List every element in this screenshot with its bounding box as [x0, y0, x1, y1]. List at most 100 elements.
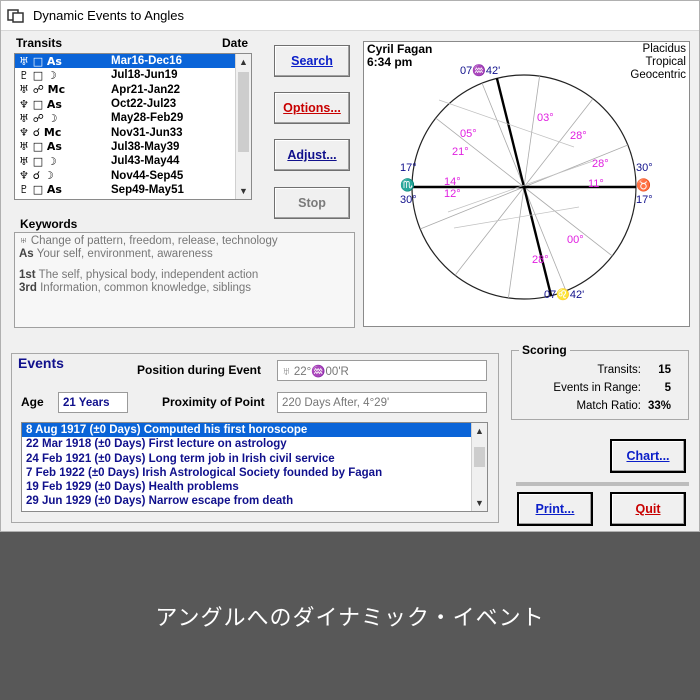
cusp-label-top: 07♒42' — [460, 65, 501, 77]
transit-row[interactable]: ♅ □ As Mar16-Dec16 — [15, 54, 251, 69]
cusp-sign-left: ♏ — [400, 178, 415, 192]
transit-row[interactable]: ♆ ☌ ☽ Nov44-Sep45 — [15, 168, 251, 182]
age-field: 21 Years — [58, 392, 128, 413]
transit-row[interactable]: ♆ ☌ Mc Nov31-Jun33 — [15, 125, 251, 139]
transit-dates: Sep49-May51 — [111, 183, 184, 196]
event-row[interactable]: 29 Jun 1929 (±0 Days) Narrow escape from… — [22, 494, 487, 508]
transit-rows: ♅ □ As Mar16-Dec16 ♇ □ ☽ Jul18-Jun19 ♅ ☍ Mc A… — [15, 54, 251, 197]
keywords-box: ♅ Change of pattern, freedom, release, t… — [14, 232, 355, 328]
keywords-label: Keywords — [20, 217, 78, 231]
stop-button[interactable]: Stop — [274, 187, 350, 219]
transit-row[interactable]: ♅ ☍ Mc Apr21-Jan22 — [15, 83, 251, 97]
transit-glyphs: ♅ □ ☽ — [19, 154, 57, 168]
search-button[interactable]: Search — [274, 45, 350, 77]
chart-label: 03° — [537, 112, 554, 124]
events-scrollbar[interactable]: ▲ ▼ — [471, 423, 487, 511]
transit-dates: Jul38-May39 — [111, 140, 180, 153]
window-title: Dynamic Events to Angles — [33, 8, 185, 23]
cusp-sign-right: ♉ — [636, 178, 651, 192]
scoring-label: Scoring — [519, 343, 570, 357]
events-list[interactable]: 8 Aug 1917 (±0 Days) Computed his first … — [21, 422, 488, 512]
adjust-button[interactable]: Adjust... — [274, 139, 350, 171]
caption-text: アングルへのダイナミック・イベント — [155, 606, 545, 631]
event-rows: 8 Aug 1917 (±0 Days) Computed his first … — [22, 423, 487, 509]
house-line — [420, 186, 525, 230]
cusp-label-left-top: 17° — [400, 162, 417, 174]
transit-glyphs: ♅ ☍ Mc — [19, 83, 66, 97]
events-label: Events — [15, 355, 67, 371]
event-row[interactable]: 8 Aug 1917 (±0 Days) Computed his first … — [22, 423, 487, 438]
position-field: ♅ 22°♒00'R — [277, 360, 487, 381]
proximity-label: Proximity of Point — [162, 395, 265, 409]
caption-band: アングルへのダイナミック・イベント — [0, 532, 700, 700]
keyword-line: 3rd Information, common knowledge, sibli… — [19, 282, 252, 294]
transit-glyphs: ♆ ☌ Mc — [19, 126, 62, 140]
scroll-thumb[interactable] — [474, 447, 485, 467]
keyword-line: As Your self, environment, awareness — [19, 248, 213, 260]
app-window: Dynamic Events to Angles Transits Date ♅… — [0, 0, 700, 532]
scroll-up-icon[interactable]: ▲ — [472, 423, 487, 439]
cusp-label-bottom: 07♌42' — [544, 289, 585, 301]
transit-row[interactable]: ♆ □ As Oct22-Jul23 — [15, 97, 251, 111]
transit-dates: Nov31-Jun33 — [111, 126, 183, 139]
transit-glyphs: ♇ □ ☽ — [19, 68, 57, 82]
transits-list[interactable]: ♅ □ As Mar16-Dec16 ♇ □ ☽ Jul18-Jun19 ♅ ☍ Mc A… — [14, 53, 252, 200]
chart-label: 21° — [452, 146, 469, 158]
keyword-line: 1st The self, physical body, independent… — [19, 269, 259, 281]
proximity-field: 220 Days After, 4°29' — [277, 392, 487, 413]
transit-dates: Mar16-Dec16 — [111, 55, 182, 68]
position-label: Position during Event — [137, 363, 262, 377]
event-row[interactable]: 19 Feb 1929 (±0 Days) Health problems — [22, 480, 487, 494]
title-bar: Dynamic Events to Angles — [1, 1, 699, 31]
transit-row[interactable]: ♅ □ As Jul38-May39 — [15, 140, 251, 154]
score-transits: Transits: 15 — [597, 364, 671, 376]
divider — [516, 482, 689, 486]
transit-dates: Apr21-Jan22 — [111, 83, 181, 96]
transit-dates: Oct22-Jul23 — [111, 98, 177, 111]
app-icon — [7, 8, 24, 23]
scroll-up-icon[interactable]: ▲ — [236, 54, 251, 70]
quit-button[interactable]: Quit — [610, 492, 686, 526]
scroll-down-icon[interactable]: ▼ — [236, 183, 251, 199]
cusp-label-left-bottom: 30° — [400, 194, 417, 206]
chart-label: 28° — [570, 130, 587, 142]
transit-glyphs: ♆ □ As — [19, 97, 62, 111]
cusp-label-right-top: 30° — [636, 162, 653, 174]
print-button[interactable]: Print... — [517, 492, 593, 526]
chart-label: 14° — [444, 176, 461, 188]
chart-label: 00° — [567, 234, 584, 246]
scroll-thumb[interactable] — [238, 72, 249, 152]
transits-scrollbar[interactable]: ▲ ▼ — [235, 54, 251, 199]
scroll-down-icon[interactable]: ▼ — [472, 495, 487, 511]
options-button[interactable]: Options... — [274, 92, 350, 124]
transit-glyphs: ♅ ☍ ☽ — [19, 111, 58, 125]
transit-dates: May28-Feb29 — [111, 112, 184, 125]
transits-header: Transits — [16, 36, 63, 50]
transit-glyphs: ♇ □ As — [19, 183, 62, 197]
chart-label: 12° — [444, 188, 461, 200]
event-row[interactable]: 24 Feb 1921 (±0 Days) Long term job in I… — [22, 452, 487, 466]
chart-label: 05° — [460, 128, 477, 140]
house-line — [523, 144, 628, 188]
transit-glyphs: ♆ ☌ ☽ — [19, 169, 54, 183]
transit-dates: Nov44-Sep45 — [111, 169, 184, 182]
cusp-label-right-bottom: 17° — [636, 194, 653, 206]
transit-glyphs: ♅ □ As — [19, 140, 62, 154]
chart-label: 11° — [588, 178, 604, 190]
event-row[interactable]: 7 Feb 1922 (±0 Days) Irish Astrological … — [22, 466, 487, 480]
aspect-line — [453, 206, 580, 229]
transit-row[interactable]: ♇ □ As Sep49-May51 — [15, 183, 251, 197]
chart-button[interactable]: Chart... — [610, 439, 686, 473]
chart-label: 28° — [532, 254, 549, 266]
transit-row[interactable]: ♅ ☍ ☽ May28-Feb29 — [15, 111, 251, 125]
keyword-line: ♅ Change of pattern, freedom, release, t… — [19, 235, 278, 247]
chart-wheel-panel[interactable]: Cyril Fagan 6:34 pm Placidus Tropical Ge… — [363, 41, 690, 327]
event-row[interactable]: 22 Mar 1918 (±0 Days) First lecture on a… — [22, 437, 487, 451]
transit-row[interactable]: ♅ □ ☽ Jul43-May44 — [15, 154, 251, 168]
age-label: Age — [21, 395, 44, 409]
transit-row[interactable]: ♇ □ ☽ Jul18-Jun19 — [15, 68, 251, 82]
transit-glyphs: ♅ □ As — [19, 54, 62, 68]
chart-label: 28° — [592, 158, 609, 170]
transit-dates: Jul18-Jun19 — [111, 69, 178, 82]
transit-dates: Jul43-May44 — [111, 155, 180, 168]
